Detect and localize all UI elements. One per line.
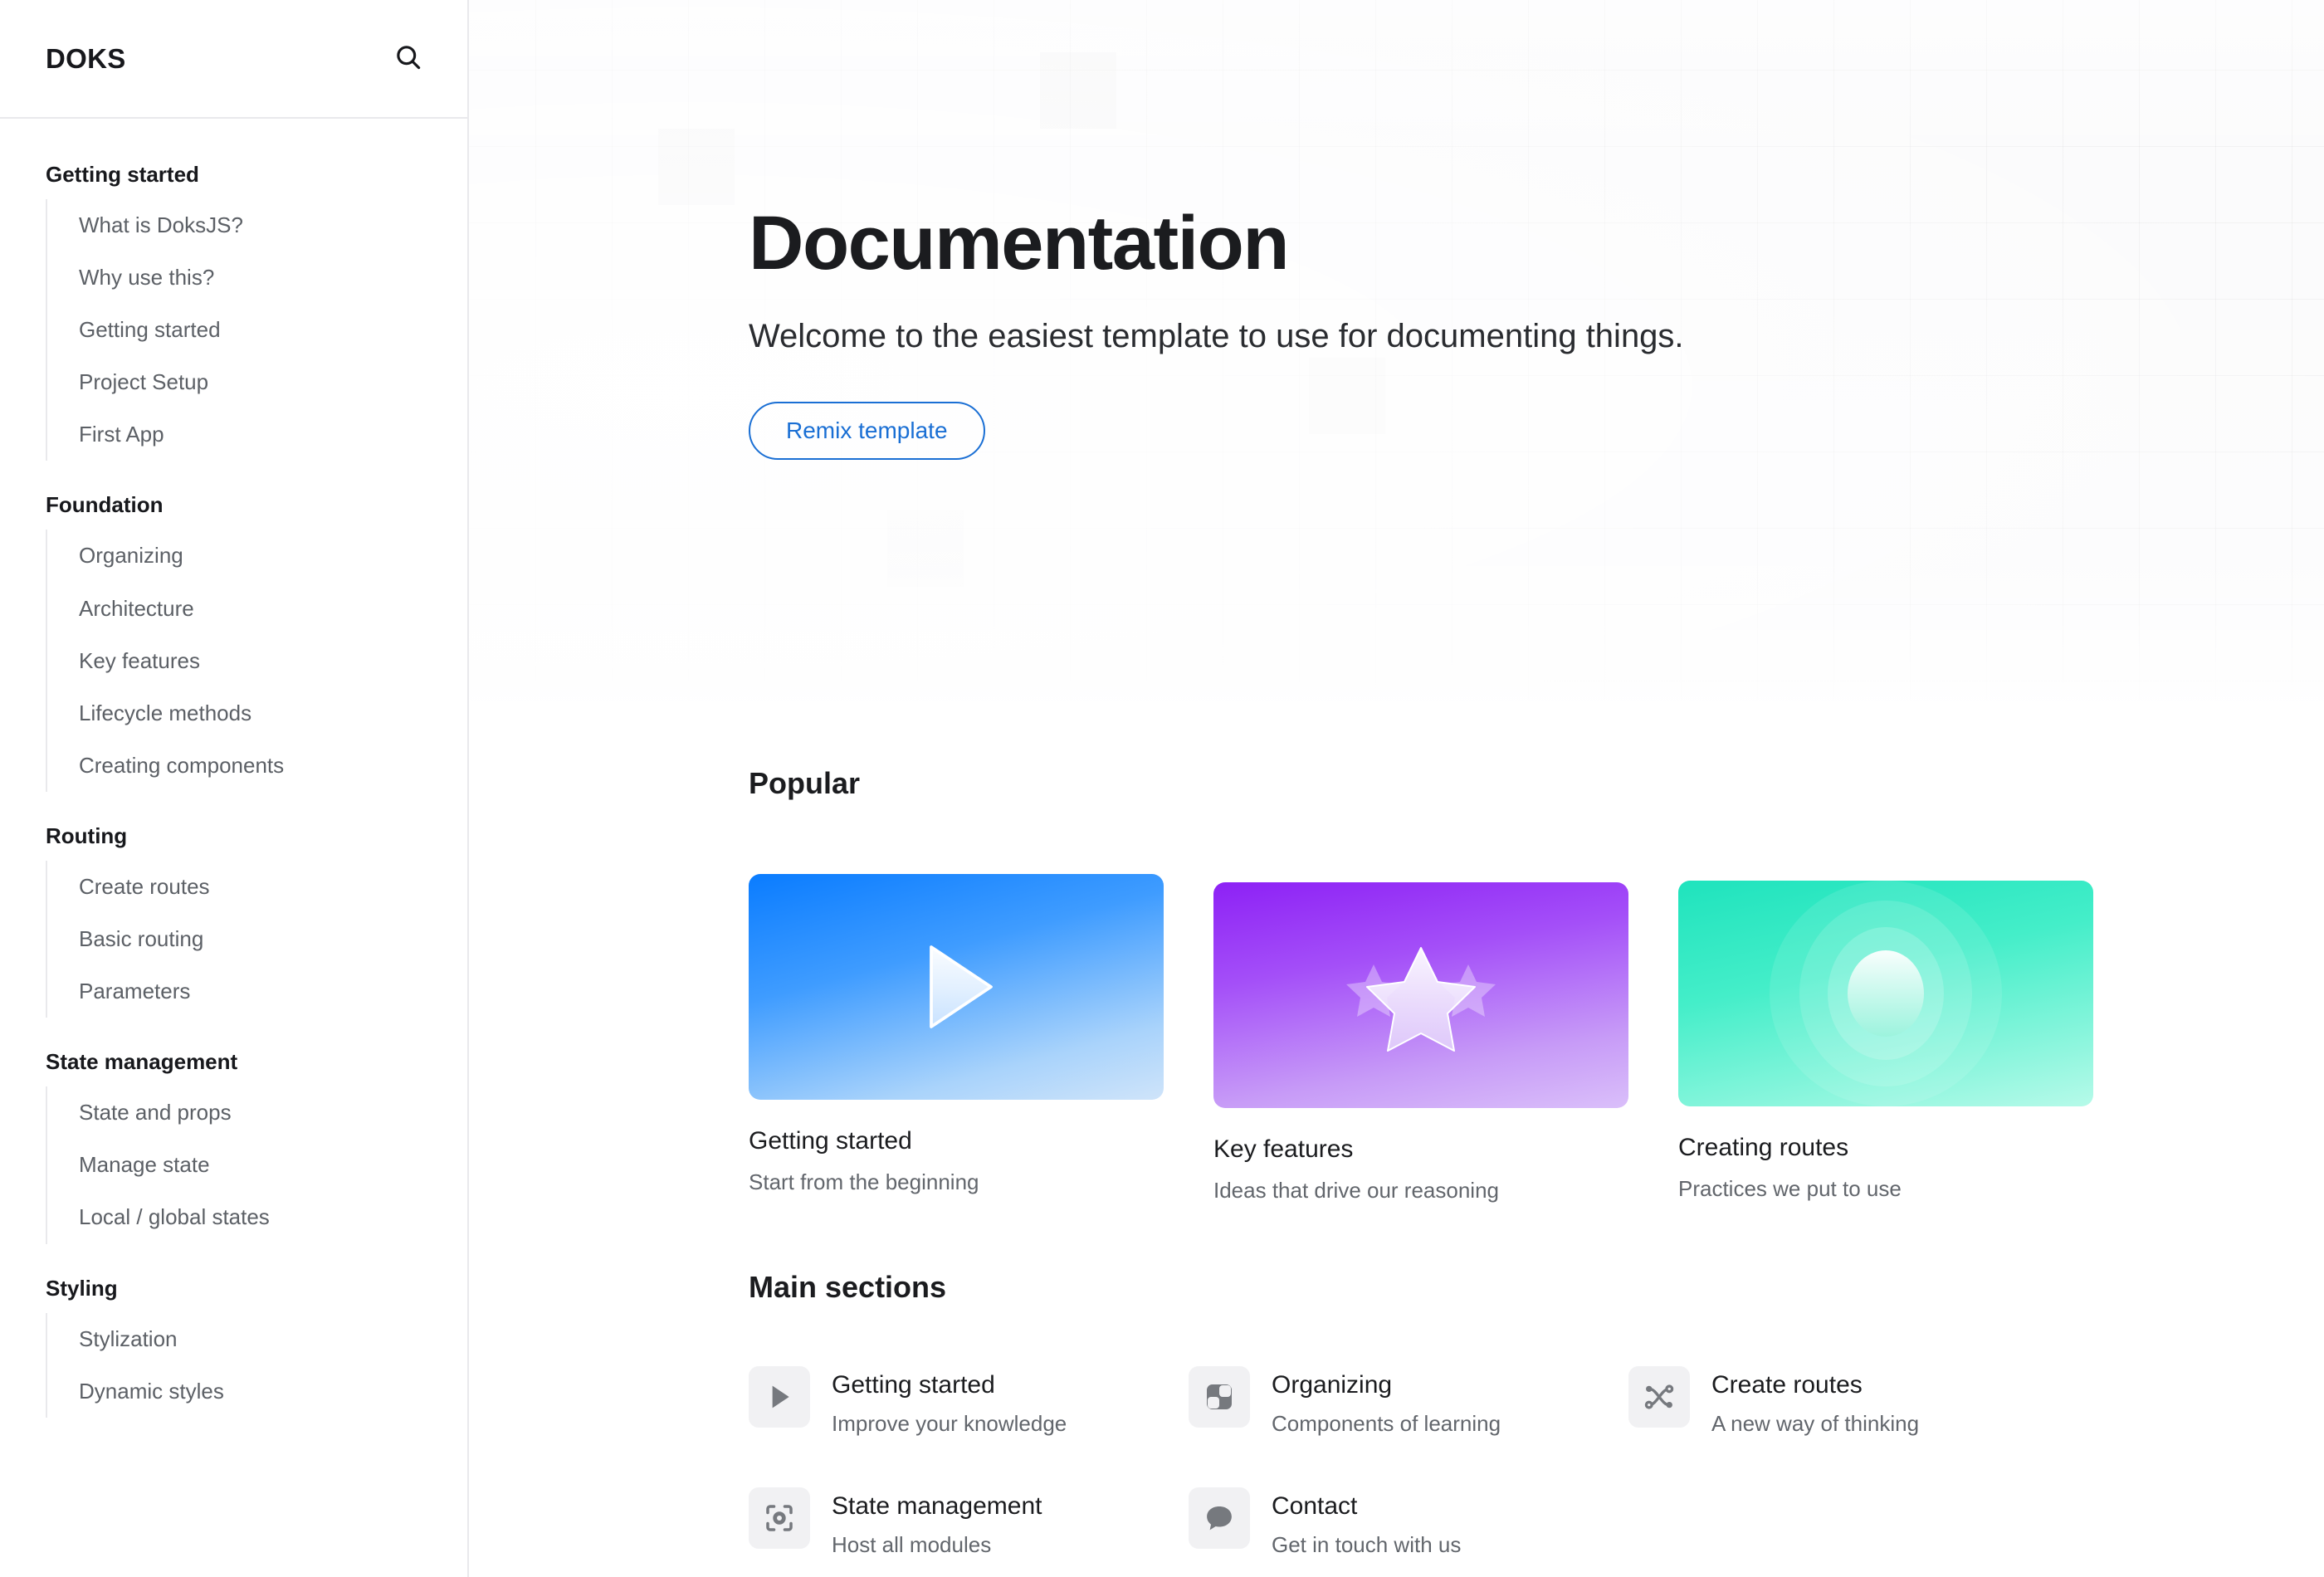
main-section-text: Create routes A new way of thinking xyxy=(1711,1366,1919,1438)
hero-subtitle: Welcome to the easiest template to use f… xyxy=(749,317,1684,354)
sidebar-item-organizing[interactable]: Organizing xyxy=(47,530,467,582)
sidebar-item-basic-routing[interactable]: Basic routing xyxy=(47,913,467,965)
main-section-desc: A new way of thinking xyxy=(1711,1411,1920,1437)
chat-bubble-icon xyxy=(1207,1506,1232,1531)
main-section-title: Getting started xyxy=(832,1370,995,1399)
popular-card-title: Key features xyxy=(1213,1135,1354,1163)
main-section-title: Organizing xyxy=(1272,1370,1393,1399)
focus-scan-icon-box xyxy=(749,1487,810,1549)
sidebar-item-architecture[interactable]: Architecture xyxy=(47,583,467,635)
popular-card-title: Getting started xyxy=(749,1127,912,1155)
sidebar-item-project-setup[interactable]: Project Setup xyxy=(47,356,467,408)
main-section-desc: Improve your knowledge xyxy=(832,1411,1067,1437)
sidebar-item-first-app[interactable]: First App xyxy=(47,408,467,461)
main-section-text: Getting started Improve your knowledge xyxy=(832,1366,1067,1438)
remix-template-button[interactable]: Remix template xyxy=(749,401,985,460)
sidebar-header: DOKS xyxy=(0,0,467,119)
nav-item-list: Stylization Dynamic styles xyxy=(46,1312,467,1418)
popular-card-key-features[interactable]: Key features Ideas that drive our reason… xyxy=(1213,882,1628,1205)
layout-grid-icon xyxy=(1207,1384,1232,1409)
nav-group-title: Getting started xyxy=(46,162,199,187)
main-section-contact[interactable]: Contact Get in touch with us xyxy=(1189,1487,1628,1559)
play-icon-box xyxy=(749,1365,810,1428)
main-section-title: Create routes xyxy=(1711,1370,1863,1399)
app-root: DOKS Getting started What is DoksJS? Why u… xyxy=(0,0,2324,1577)
popular-card-desc: Practices we put to use xyxy=(1678,1176,1902,1201)
popular-card-desc: Ideas that drive our reasoning xyxy=(1213,1178,1499,1203)
focus-scan-icon xyxy=(766,1505,793,1531)
content-area: Popular Getting started Start from the b… xyxy=(469,766,2324,1559)
play-triangle-icon xyxy=(930,945,993,1028)
popular-card-title: Creating routes xyxy=(1678,1134,1849,1161)
sidebar-item-state-and-props[interactable]: State and props xyxy=(47,1086,467,1139)
sidebar: DOKS Getting started What is DoksJS? Why u… xyxy=(0,0,469,1577)
main-section-text: State management Host all modules xyxy=(832,1487,1042,1559)
hero-banner: Documentation Welcome to the easiest tem… xyxy=(469,0,2324,701)
nav-group: Foundation Organizing Architecture Key feat… xyxy=(0,489,467,792)
sidebar-item-getting-started[interactable]: Getting started xyxy=(47,304,467,356)
main-section-title: State management xyxy=(832,1492,1042,1520)
main-section-text: Contact Get in touch with us xyxy=(1272,1487,1461,1559)
sidebar-item-stylization[interactable]: Stylization xyxy=(47,1313,467,1365)
brand-title: DOKS xyxy=(46,42,126,74)
sidebar-item-what-is-doksjs[interactable]: What is DoksJS? xyxy=(47,199,467,251)
shuffle-icon xyxy=(1644,1384,1674,1409)
main-section-desc: Host all modules xyxy=(832,1532,992,1558)
popular-card-thumbnail xyxy=(1678,881,2093,1106)
main-section-desc: Get in touch with us xyxy=(1272,1532,1462,1558)
sidebar-item-create-routes[interactable]: Create routes xyxy=(47,861,467,913)
main-content: Documentation Welcome to the easiest tem… xyxy=(469,0,2324,1577)
main-section-title: Contact xyxy=(1272,1492,1358,1520)
sidebar-item-manage-state[interactable]: Manage state xyxy=(47,1139,467,1191)
search-icon xyxy=(393,42,423,75)
sidebar-item-parameters[interactable]: Parameters xyxy=(47,965,467,1018)
sidebar-item-local-global-states[interactable]: Local / global states xyxy=(47,1191,467,1243)
nav-group-title: Routing xyxy=(46,823,128,848)
nav-group: Styling Stylization Dynamic styles xyxy=(0,1272,467,1418)
nav-group: Getting started What is DoksJS? Why use th… xyxy=(0,159,467,461)
nav-group-title: Styling xyxy=(46,1275,118,1301)
sidebar-item-key-features[interactable]: Key features xyxy=(47,635,467,687)
main-sections-heading: Main sections xyxy=(749,1269,947,1304)
shuffle-icon-box xyxy=(1628,1365,1690,1428)
main-section-create-routes[interactable]: Create routes A new way of thinking xyxy=(1628,1365,2068,1438)
popular-card-desc: Start from the beginning xyxy=(749,1169,979,1194)
layout-grid-icon-box xyxy=(1189,1365,1250,1428)
main-section-desc: Components of learning xyxy=(1272,1411,1501,1437)
sidebar-nav: Getting started What is DoksJS? Why use th… xyxy=(0,119,467,1418)
popular-card-creating-routes[interactable]: Creating routes Practices we put to use xyxy=(1678,881,2093,1204)
search-button[interactable] xyxy=(389,40,427,78)
hero-text-block: Documentation Welcome to the easiest tem… xyxy=(469,0,2324,460)
main-sections-grid: Getting started Improve your knowledge Org… xyxy=(749,1365,2324,1559)
main-section-text: Organizing Components of learning xyxy=(1272,1366,1501,1438)
nav-group-title: Foundation xyxy=(46,492,164,518)
sidebar-item-creating-components[interactable]: Creating components xyxy=(47,740,467,792)
main-section-getting-started[interactable]: Getting started Improve your knowledge xyxy=(749,1365,1189,1438)
main-section-organizing[interactable]: Organizing Components of learning xyxy=(1189,1365,1628,1438)
nav-group: State management State and props Manage st… xyxy=(0,1046,467,1244)
nav-item-list: State and props Manage state Local / globa… xyxy=(46,1086,467,1244)
popular-heading: Popular xyxy=(749,766,861,800)
popular-card-thumbnail xyxy=(1213,882,1628,1108)
popular-card-row: Getting started Start from the beginning xyxy=(749,874,2324,1205)
nav-item-list: What is DoksJS? Why use this? Getting star… xyxy=(46,199,467,461)
main-section-state-management[interactable]: State management Host all modules xyxy=(749,1487,1189,1559)
nav-group: Routing Create routes Basic routing Paramet… xyxy=(0,820,467,1018)
popular-card-thumbnail xyxy=(749,874,1164,1100)
sidebar-item-dynamic-styles[interactable]: Dynamic styles xyxy=(47,1365,467,1418)
popular-card-getting-started[interactable]: Getting started Start from the beginning xyxy=(749,874,1164,1197)
page-title: Documentation xyxy=(749,201,1290,286)
nav-item-list: Create routes Basic routing Parameters xyxy=(46,860,467,1018)
sidebar-item-lifecycle-methods[interactable]: Lifecycle methods xyxy=(47,687,467,740)
chat-bubble-icon-box xyxy=(1189,1487,1250,1549)
play-icon xyxy=(772,1385,789,1409)
nav-item-list: Organizing Architecture Key features Lifecy… xyxy=(46,530,467,792)
nav-group-title: State management xyxy=(46,1049,238,1075)
sidebar-item-why-use-this[interactable]: Why use this? xyxy=(47,251,467,304)
three-stars-icon xyxy=(1346,947,1496,1052)
concentric-rings-icon xyxy=(1770,881,2002,1106)
